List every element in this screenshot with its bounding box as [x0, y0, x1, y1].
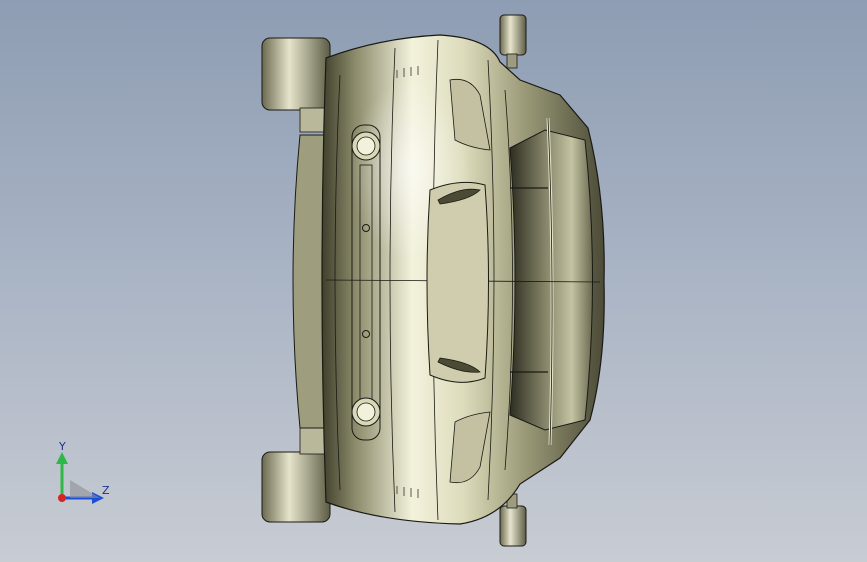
tire-top [261, 37, 331, 133]
triad-arrows [56, 452, 104, 504]
car-model[interactable] [0, 0, 867, 562]
z-axis-label: Z [102, 484, 110, 497]
mirror-top [499, 14, 527, 69]
coordinate-triad: Y Z [40, 438, 130, 518]
tire-bottom [261, 427, 331, 523]
y-axis-label: Y [59, 440, 66, 453]
fog-light-bottom [351, 397, 381, 427]
hood-intake [426, 181, 489, 383]
fog-light-top [351, 131, 381, 161]
graphics-viewport[interactable]: Y Z [0, 0, 867, 562]
